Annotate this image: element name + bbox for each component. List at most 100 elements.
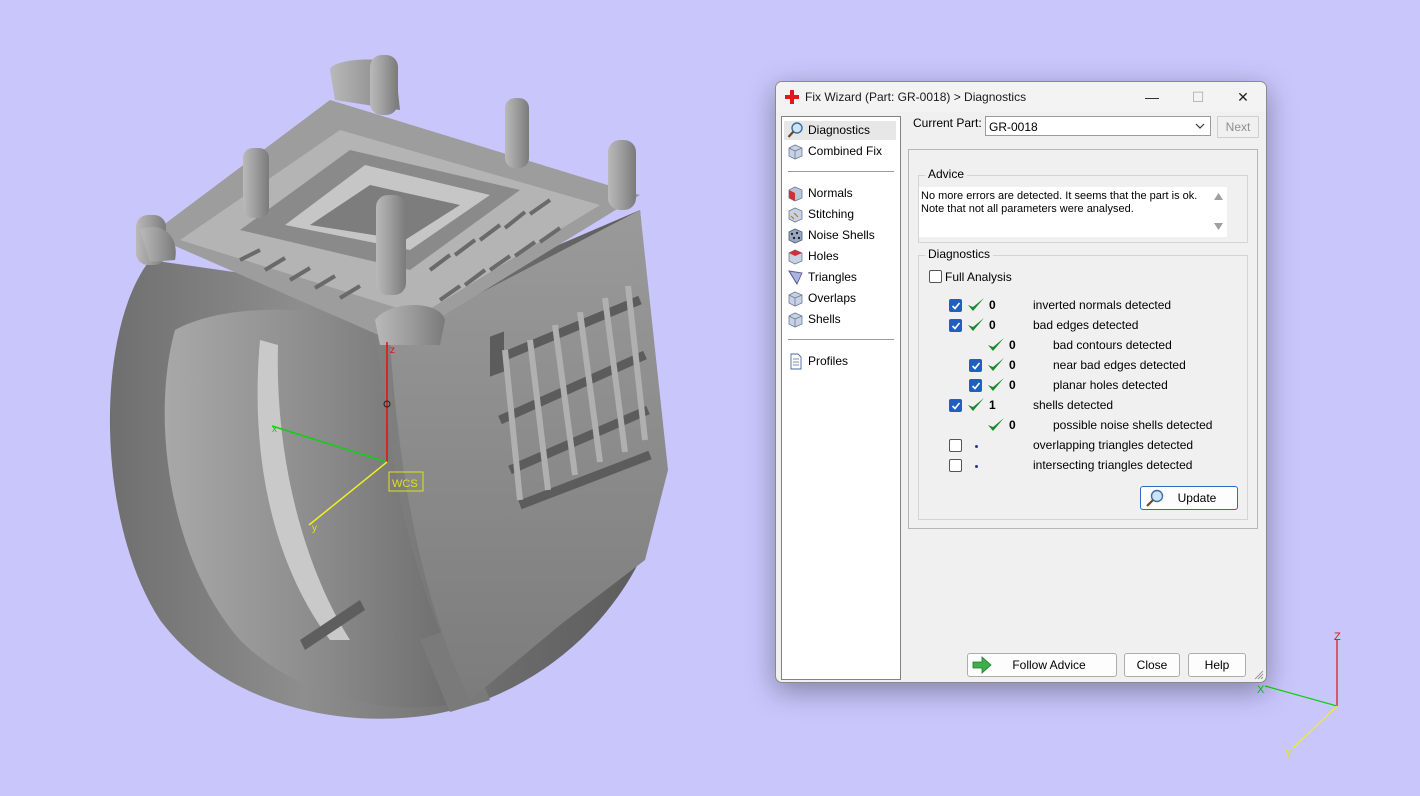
noise-shells-icon: [788, 228, 803, 244]
next-button[interactable]: Next: [1217, 116, 1259, 138]
corner-x-label: X: [1257, 684, 1265, 696]
green-check-icon: [968, 398, 984, 411]
advice-scrollbar[interactable]: [1210, 187, 1227, 237]
sidebar-item-holes[interactable]: Holes: [784, 247, 896, 266]
advice-line-1: No more errors are detected. It seems th…: [921, 190, 1198, 202]
row-checkbox[interactable]: [949, 399, 962, 412]
sidebar-item-label: Normals: [808, 186, 853, 200]
row-count: 0: [1009, 418, 1016, 432]
sidebar-divider: [788, 171, 894, 172]
sidebar-item-label: Stitching: [808, 207, 855, 221]
pending-dot-icon: [975, 465, 978, 468]
row-checkbox[interactable]: [949, 319, 962, 332]
normals-cube-icon: [788, 186, 803, 202]
triangles-icon: [788, 270, 803, 285]
corner-y-label: Y: [1285, 748, 1293, 760]
current-part-label: Current Part:: [913, 116, 982, 130]
wcs-label: WCS: [392, 478, 418, 490]
full-analysis-checkbox[interactable]: [929, 270, 942, 283]
sidebar-item-noise-shells[interactable]: Noise Shells: [784, 226, 896, 245]
green-check-icon: [988, 358, 1004, 371]
row-text: possible noise shells detected: [1053, 418, 1213, 432]
green-arrow-icon: [972, 656, 992, 674]
current-part-select[interactable]: GR-0018: [985, 116, 1211, 136]
sidebar-item-label: Holes: [808, 249, 839, 263]
row-text: bad edges detected: [1033, 318, 1139, 332]
close-button[interactable]: Close: [1124, 653, 1180, 677]
follow-advice-label: Follow Advice: [1012, 658, 1086, 672]
maximize-button[interactable]: ☐: [1175, 82, 1221, 112]
row-count: 0: [1009, 338, 1016, 352]
row-checkbox[interactable]: [949, 459, 962, 472]
z-axis-label: z: [390, 345, 395, 356]
sidebar-item-overlaps[interactable]: Overlaps: [784, 289, 896, 308]
x-axis-label: x: [272, 424, 277, 435]
green-check-icon: [968, 318, 984, 331]
row-count: 0: [989, 298, 996, 312]
row-text: shells detected: [1033, 398, 1114, 412]
corner-z-label: Z: [1334, 631, 1341, 643]
green-check-icon: [988, 378, 1004, 391]
row-text: intersecting triangles detected: [1033, 458, 1193, 472]
sidebar-item-triangles[interactable]: Triangles: [784, 268, 896, 287]
row-text: planar holes detected: [1053, 378, 1168, 392]
full-analysis-label: Full Analysis: [945, 270, 1012, 284]
current-part-value: GR-0018: [989, 120, 1038, 134]
sidebar-item-label: Overlaps: [808, 291, 857, 305]
help-button[interactable]: Help: [1188, 653, 1246, 677]
close-window-button[interactable]: ✕: [1220, 82, 1266, 112]
diagnostics-title: Diagnostics: [925, 247, 994, 261]
pending-dot-icon: [975, 445, 978, 448]
title-bar[interactable]: Fix Wizard (Part: GR-0018) > Diagnostics…: [776, 82, 1266, 112]
diagnostics-panel: Advice No more errors are detected. It s…: [908, 149, 1258, 529]
sidebar-item-combined-fix[interactable]: Combined Fix: [784, 142, 896, 161]
window-title: Fix Wizard (Part: GR-0018) > Diagnostics: [805, 90, 1027, 104]
advice-text-box[interactable]: No more errors are detected. It seems th…: [919, 187, 1227, 237]
overlaps-cube-icon: [788, 291, 803, 307]
update-label: Update: [1177, 491, 1217, 505]
sidebar-item-label: Diagnostics: [808, 123, 871, 137]
row-count: 0: [989, 318, 996, 332]
resize-grip-icon[interactable]: [1254, 670, 1264, 680]
sidebar-divider: [788, 339, 894, 340]
stitching-cube-icon: [788, 207, 803, 223]
scroll-down-icon[interactable]: [1214, 223, 1223, 230]
row-text: inverted normals detected: [1033, 298, 1172, 312]
fix-wizard-dialog: Fix Wizard (Part: GR-0018) > Diagnostics…: [775, 81, 1267, 683]
green-check-icon: [988, 338, 1004, 351]
minimize-button[interactable]: —: [1129, 82, 1175, 112]
row-checkbox[interactable]: [969, 359, 982, 372]
row-count: 0: [1009, 358, 1016, 372]
holes-cube-icon: [788, 249, 803, 265]
row-text: near bad edges detected: [1053, 358, 1186, 372]
corner-axis-triad: Z X Y: [1257, 631, 1341, 760]
sidebar-item-label: Shells: [808, 312, 841, 326]
sidebar-item-label: Combined Fix: [808, 144, 883, 158]
cube-icon: [788, 144, 803, 160]
sidebar-item-diagnostics[interactable]: Diagnostics: [784, 121, 896, 140]
row-text: bad contours detected: [1053, 338, 1172, 352]
update-button[interactable]: Update: [1140, 486, 1238, 510]
sidebar-item-normals[interactable]: Normals: [784, 184, 896, 203]
document-icon: [790, 353, 802, 370]
follow-advice-button[interactable]: Follow Advice: [967, 653, 1117, 677]
sidebar-item-label: Profiles: [808, 354, 849, 368]
y-axis-label: y: [312, 523, 317, 534]
green-check-icon: [968, 298, 984, 311]
sidebar-item-label: Noise Shells: [808, 228, 875, 242]
green-check-icon: [988, 418, 1004, 431]
sidebar-item-profiles[interactable]: Profiles: [784, 352, 896, 371]
row-checkbox[interactable]: [949, 439, 962, 452]
sidebar-item-stitching[interactable]: Stitching: [784, 205, 896, 224]
sidebar-item-label: Triangles: [808, 270, 857, 284]
row-checkbox[interactable]: [969, 379, 982, 392]
sidebar-item-shells[interactable]: Shells: [784, 310, 896, 329]
row-checkbox[interactable]: [949, 299, 962, 312]
wizard-step-list: Diagnostics Combined Fix Normals Stitchi…: [781, 116, 901, 680]
magnifier-icon: [1146, 489, 1164, 507]
scroll-up-icon[interactable]: [1214, 193, 1223, 200]
magnifier-icon: [787, 122, 803, 138]
advice-line-2: Note that not all parameters were analys…: [921, 203, 1134, 215]
advice-title: Advice: [925, 167, 968, 181]
row-count: 1: [989, 398, 996, 412]
